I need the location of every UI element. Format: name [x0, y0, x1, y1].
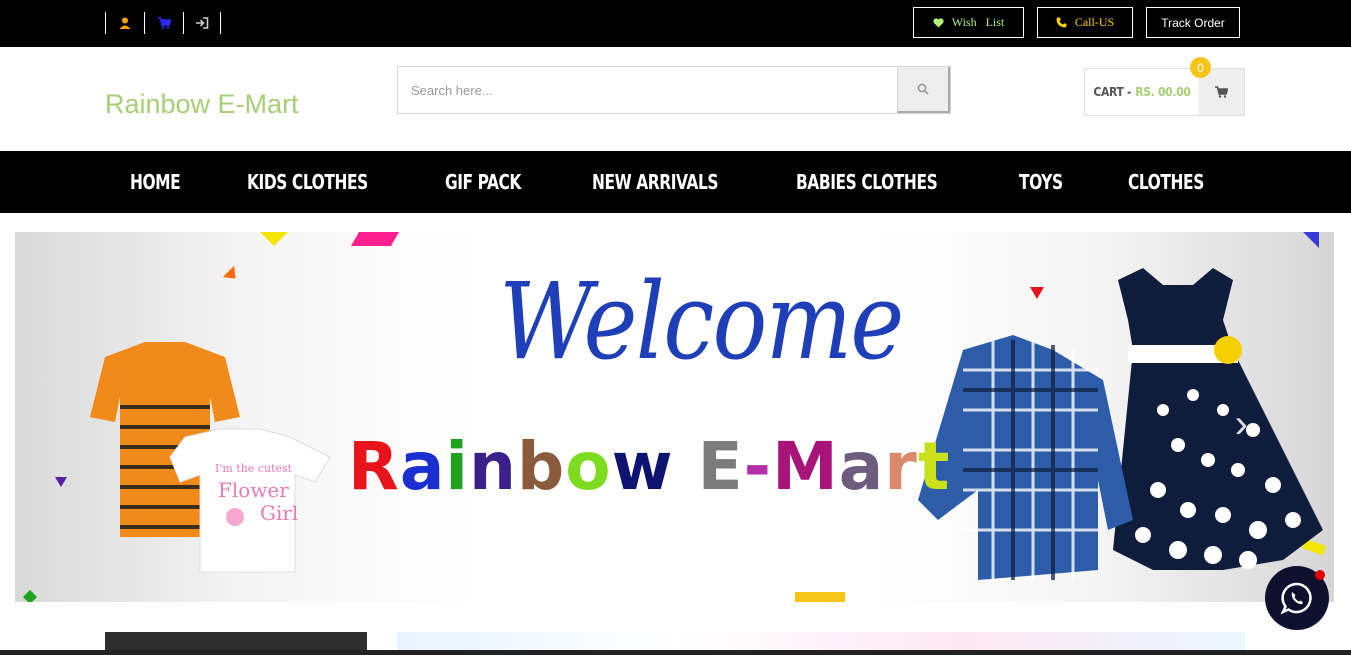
brand-letter: b [517, 428, 566, 505]
kids-dress-image [918, 268, 1323, 580]
cart-label: CART - [1093, 85, 1132, 99]
brand-letter: E [697, 428, 744, 505]
top-icon-group [105, 12, 221, 34]
confetti-decoration [350, 232, 400, 246]
nav-item-toys[interactable]: TOYS [994, 151, 1088, 213]
kids-shirts-image: I'm the cutest Flower Girl [90, 342, 331, 573]
call-us-label: Call-US [1074, 15, 1115, 29]
svg-text:Girl: Girl [260, 501, 298, 525]
search-bar [397, 66, 951, 114]
confetti-decoration [1303, 232, 1319, 248]
hero-banner[interactable]: I'm the cutest Flower Girl Welcome Rainb… [15, 232, 1334, 602]
brand-letter: i [445, 428, 469, 505]
brand-letter: - [743, 428, 773, 505]
brand-letter: r [884, 428, 918, 505]
phone-icon [1056, 17, 1067, 28]
call-us-button[interactable]: Call-US [1037, 7, 1133, 38]
brand-letter: M [772, 428, 839, 505]
cart-summary[interactable]: CART - RS. 00.00 [1085, 69, 1199, 115]
top-button-group: Wish List Call-US Track Order [913, 7, 1240, 38]
slider-next-arrow[interactable]: › [1235, 402, 1248, 447]
cart-icon[interactable] [144, 12, 183, 34]
svg-text:I'm the cutest: I'm the cutest [215, 462, 293, 475]
brand-letter: a [838, 428, 885, 505]
svg-text:Flower: Flower [218, 478, 289, 502]
login-icon[interactable] [183, 12, 221, 34]
wishlist-label: Wish List [951, 15, 1005, 29]
main-navigation: HOME KIDS CLOTHES GIF PACK NEW ARRIVALS … [0, 151, 1351, 213]
nav-item-babies-clothes[interactable]: BABIES CLOTHES [771, 151, 962, 213]
search-input[interactable] [398, 67, 897, 113]
whatsapp-chat-button[interactable] [1265, 566, 1329, 630]
notification-dot [1315, 570, 1325, 580]
bottom-edge [0, 650, 1351, 655]
brand-letter: t [917, 428, 951, 505]
cart-count-badge: 0 [1190, 57, 1211, 78]
nav-item-home[interactable]: HOME [105, 151, 205, 213]
nav-item-clothes[interactable]: CLOTHES [1103, 151, 1229, 213]
brand-letter [674, 428, 698, 505]
brand-letter: o [565, 428, 612, 505]
confetti-decoration [222, 265, 242, 285]
nav-menu: HOME KIDS CLOTHES GIF PACK NEW ARRIVALS … [105, 151, 1249, 213]
whatsapp-icon [1280, 582, 1312, 615]
track-order-label: Track Order [1161, 15, 1225, 30]
nav-item-new-arrivals[interactable]: NEW ARRIVALS [567, 151, 743, 213]
nav-item-gif-pack[interactable]: GIF PACK [420, 151, 546, 213]
search-icon [917, 83, 929, 95]
brand-heading: Rainbow E-Mart [348, 428, 950, 505]
shopping-cart-icon [1215, 86, 1228, 98]
user-icon[interactable] [105, 12, 144, 34]
site-logo[interactable]: Rainbow E-Mart [105, 89, 299, 120]
cart-amount: RS. 00.00 [1135, 85, 1191, 99]
welcome-heading: Welcome [499, 260, 904, 383]
track-order-button[interactable]: Track Order [1146, 7, 1240, 38]
confetti-decoration [55, 477, 67, 487]
brand-letter: R [348, 428, 400, 505]
top-bar: Wish List Call-US Track Order [0, 0, 1351, 47]
search-button[interactable] [897, 67, 950, 113]
confetti-decoration [260, 232, 288, 246]
header: Rainbow E-Mart CART - RS. 00.00 0 [0, 47, 1351, 151]
brand-letter: n [469, 428, 517, 505]
cart-widget[interactable]: CART - RS. 00.00 0 [1084, 57, 1245, 116]
heart-icon [933, 17, 944, 27]
confetti-decoration [795, 592, 845, 602]
wishlist-button[interactable]: Wish List [913, 7, 1024, 38]
brand-letter: a [399, 428, 446, 505]
brand-letter: w [611, 428, 674, 505]
confetti-decoration [22, 589, 38, 602]
nav-item-kids-clothes[interactable]: KIDS CLOTHES [222, 151, 393, 213]
